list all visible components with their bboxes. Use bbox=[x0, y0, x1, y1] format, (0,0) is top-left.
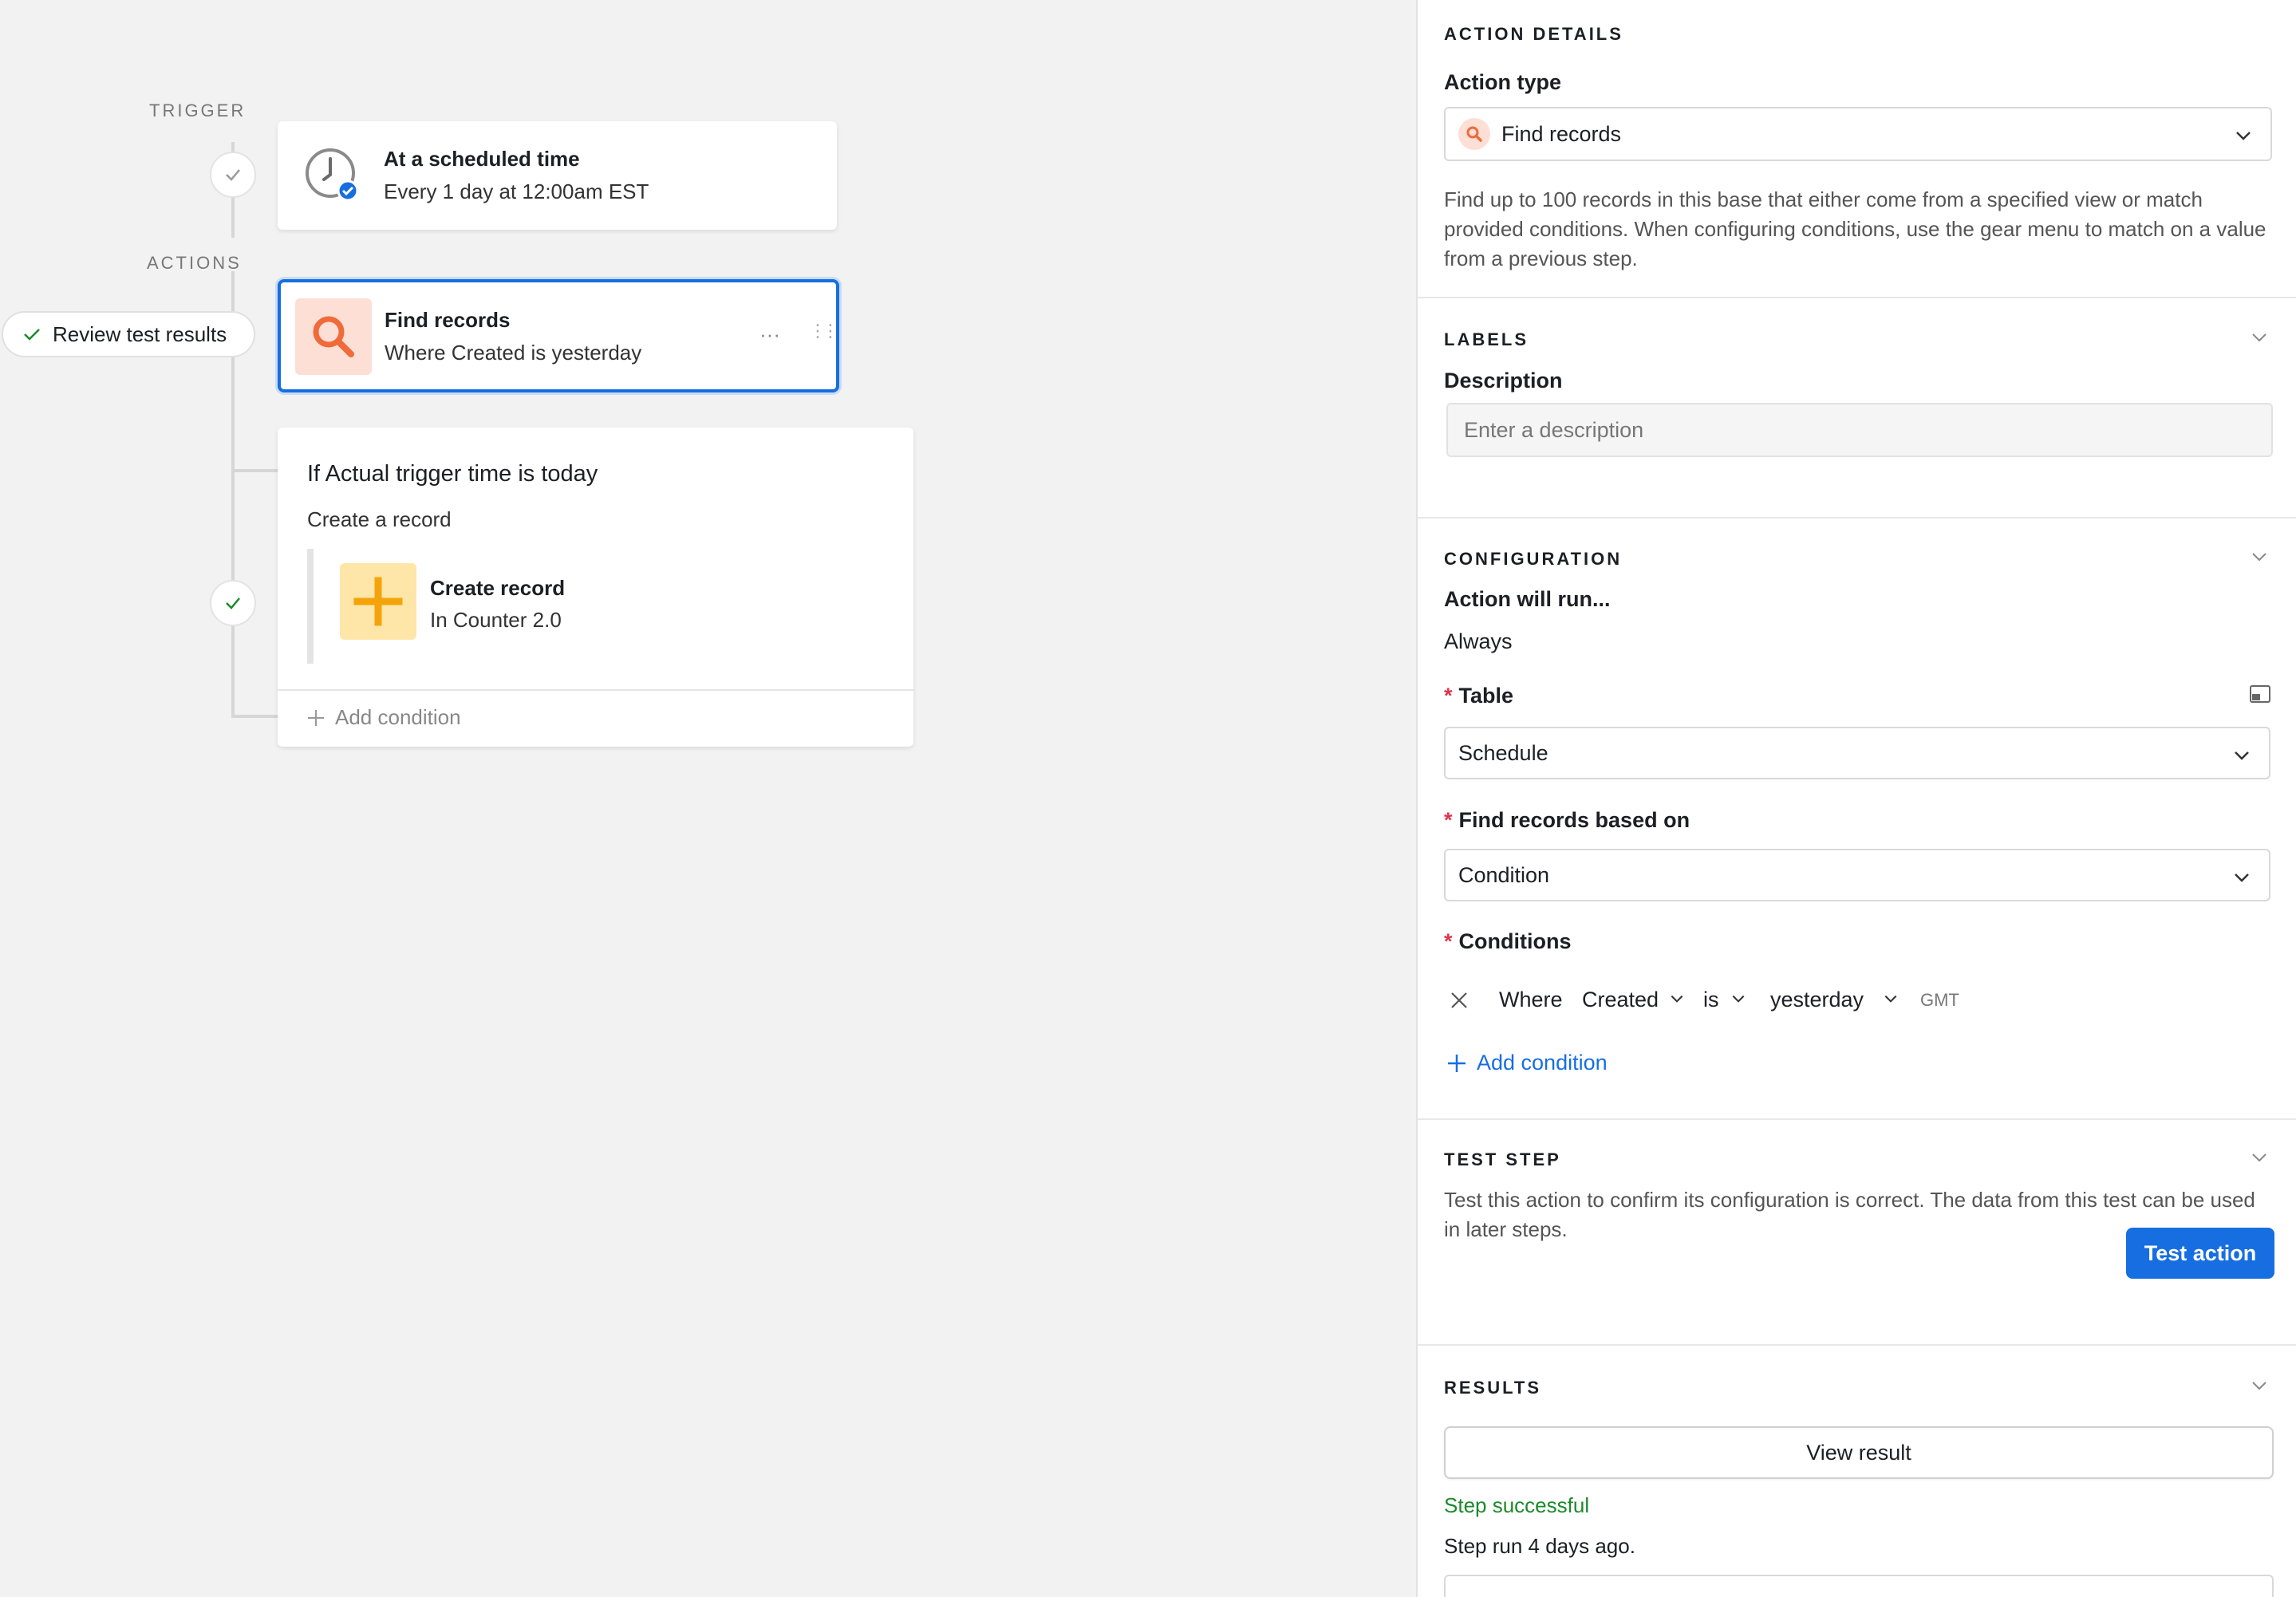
search-icon bbox=[313, 316, 354, 357]
add-condition-label: Add condition bbox=[1477, 1051, 1608, 1075]
chevron-down-icon[interactable] bbox=[2250, 328, 2269, 347]
condition-where: Where bbox=[1499, 988, 1563, 1011]
required-asterisk: * bbox=[1444, 808, 1453, 832]
search-icon-tile bbox=[295, 298, 372, 375]
plus-icon bbox=[1448, 1054, 1466, 1072]
chevron-down-icon[interactable] bbox=[1669, 991, 1685, 1007]
add-condition-label: Add condition bbox=[335, 705, 461, 729]
canvas-add-condition-button[interactable]: Add condition bbox=[306, 705, 461, 730]
section-divider bbox=[1418, 1118, 2296, 1120]
labels-heading: LABELS bbox=[1444, 329, 1529, 349]
step-status: Step successful bbox=[1444, 1493, 1590, 1517]
action-type-value: Find records bbox=[1501, 121, 1622, 146]
required-asterisk: * bbox=[1444, 684, 1453, 708]
table-label: * Table bbox=[1444, 684, 1514, 708]
check-icon bbox=[226, 597, 240, 609]
chevron-down-icon[interactable] bbox=[1883, 991, 1899, 1007]
condition-status-check bbox=[210, 580, 256, 626]
flow-branch-bottom bbox=[231, 715, 278, 718]
find-based-label: * Find records based on bbox=[1444, 808, 1690, 832]
add-condition-button[interactable]: Add condition bbox=[1446, 1051, 1608, 1075]
configuration-heading: CONFIGURATION bbox=[1444, 549, 1623, 569]
automation-canvas: TRIGGER ACTIONS At a scheduled time Ever… bbox=[0, 0, 1416, 1597]
find-records-card[interactable]: Find records Where Created is yesterday … bbox=[278, 279, 839, 392]
section-divider bbox=[1418, 517, 2296, 519]
trigger-card[interactable]: At a scheduled time Every 1 day at 12:00… bbox=[278, 121, 837, 230]
description-placeholder: Enter a description bbox=[1464, 417, 1644, 442]
trigger-subtitle: Every 1 day at 12:00am EST bbox=[384, 179, 649, 203]
drag-handle-icon[interactable]: ⋮⋮ bbox=[809, 321, 839, 341]
create-record-title: Create record bbox=[430, 576, 566, 600]
table-value: Schedule bbox=[1458, 740, 1548, 765]
condition-field-select[interactable]: Created bbox=[1582, 988, 1659, 1012]
run-label: Action will run... bbox=[1444, 587, 1611, 611]
action-details-panel: ACTION DETAILS Action type Find records … bbox=[1416, 0, 2296, 1597]
search-icon bbox=[1458, 118, 1490, 150]
find-records-subtitle: Where Created is yesterday bbox=[385, 341, 642, 365]
chevron-down-icon[interactable] bbox=[2250, 547, 2269, 566]
trigger-section-label: TRIGGER bbox=[149, 101, 247, 120]
section-divider bbox=[1418, 1344, 2296, 1346]
section-divider bbox=[1418, 297, 2296, 298]
plus-icon-tile bbox=[340, 563, 416, 640]
condition-card-divider bbox=[278, 689, 913, 691]
conditions-label: * Conditions bbox=[1444, 929, 1572, 953]
expand-view-icon[interactable] bbox=[2249, 684, 2271, 704]
chevron-down-icon bbox=[2235, 751, 2249, 760]
condition-group-card[interactable]: If Actual trigger time is today Create a… bbox=[278, 428, 913, 747]
flow-branch-top bbox=[231, 469, 278, 472]
check-icon bbox=[226, 169, 240, 181]
chevron-down-icon[interactable] bbox=[1730, 991, 1746, 1007]
run-value: Always bbox=[1444, 629, 1513, 653]
condition-branch-bar bbox=[307, 549, 314, 664]
chevron-down-icon bbox=[2236, 132, 2251, 140]
results-preview-box bbox=[1444, 1575, 2274, 1597]
action-type-label: Action type bbox=[1444, 70, 1562, 94]
required-asterisk: * bbox=[1444, 929, 1453, 953]
chevron-down-icon bbox=[2235, 873, 2249, 882]
review-test-results-button[interactable]: Review test results bbox=[2, 311, 255, 357]
condition-operator-select[interactable]: is bbox=[1703, 988, 1719, 1012]
find-based-value: Condition bbox=[1458, 862, 1550, 887]
create-record-step[interactable]: Create record In Counter 2.0 bbox=[340, 563, 739, 643]
action-details-heading: ACTION DETAILS bbox=[1444, 24, 1623, 44]
condition-timezone: GMT bbox=[1920, 990, 1959, 1010]
find-based-select[interactable]: Condition bbox=[1444, 849, 2270, 901]
table-select[interactable]: Schedule bbox=[1444, 727, 2270, 779]
condition-title: If Actual trigger time is today bbox=[307, 461, 598, 487]
trigger-title: At a scheduled time bbox=[384, 147, 580, 171]
condition-value-select[interactable]: yesterday bbox=[1770, 988, 1864, 1012]
trigger-status-check bbox=[210, 152, 256, 198]
check-icon bbox=[24, 329, 40, 341]
close-icon[interactable] bbox=[1449, 990, 1470, 1011]
chevron-down-icon[interactable] bbox=[2250, 1148, 2269, 1167]
results-heading: RESULTS bbox=[1444, 1378, 1542, 1398]
find-records-title: Find records bbox=[385, 308, 511, 332]
action-type-select[interactable]: Find records bbox=[1444, 107, 2272, 161]
view-result-button[interactable]: View result bbox=[1444, 1426, 2274, 1479]
actions-section-label: ACTIONS bbox=[147, 253, 242, 273]
clock-icon bbox=[305, 148, 359, 202]
action-type-description: Find up to 100 records in this base that… bbox=[1444, 187, 2266, 270]
description-label: Description bbox=[1444, 369, 1563, 392]
description-input[interactable]: Enter a description bbox=[1446, 403, 2273, 457]
test-action-button[interactable]: Test action bbox=[2126, 1228, 2274, 1279]
create-record-subtitle: In Counter 2.0 bbox=[430, 608, 562, 632]
plus-icon bbox=[353, 577, 403, 626]
chevron-down-icon[interactable] bbox=[2250, 1376, 2269, 1395]
more-options-icon[interactable]: ··· bbox=[759, 322, 780, 347]
condition-row: Where Created is yesterday GMT bbox=[1418, 981, 2296, 1019]
test-step-heading: TEST STEP bbox=[1444, 1149, 1561, 1169]
plus-icon bbox=[308, 709, 324, 726]
review-label: Review test results bbox=[53, 321, 227, 346]
step-run-time: Step run 4 days ago. bbox=[1444, 1534, 1635, 1558]
condition-subtitle: Create a record bbox=[307, 507, 452, 531]
